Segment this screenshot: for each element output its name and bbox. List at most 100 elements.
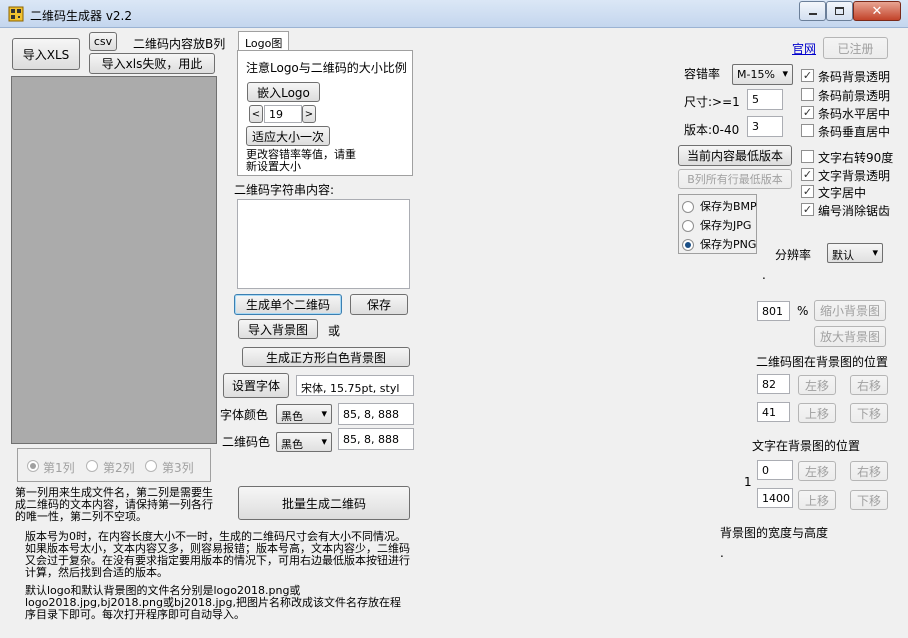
one-label: 1 [744, 475, 752, 489]
save-bmp-radio[interactable] [682, 201, 694, 213]
rotate-label: 文字右转90度 [818, 151, 894, 165]
dot-2: . [720, 546, 724, 560]
antialias-checkbox[interactable]: ✓ [801, 203, 814, 216]
qr-right-button[interactable]: 右移 [850, 375, 888, 395]
csv-button[interactable]: csv [89, 32, 117, 51]
size-label: 尺寸:>=1 [684, 95, 740, 109]
rotate-checkbox[interactable] [801, 150, 814, 163]
text-position-label: 文字在背景图的位置 [752, 439, 861, 453]
qr-x-input[interactable]: 82 [757, 374, 790, 394]
minimize-button[interactable] [799, 1, 826, 21]
content-label: 二维码字符串内容: [234, 183, 335, 197]
or-label: 或 [328, 324, 341, 338]
bg-transparent-checkbox[interactable]: ✓ [801, 69, 814, 82]
window-title: 二维码生成器 v2.2 [30, 9, 133, 23]
maximize-icon [835, 7, 844, 15]
qr-preview-area [11, 76, 217, 444]
version-input[interactable]: 3 [747, 116, 783, 137]
fg-transparent-checkbox[interactable] [801, 88, 814, 101]
column-note: 第一列用来生成文件名，第二列是需要生成二维码的文本内容，请保持第一列各行的唯一性… [15, 486, 213, 523]
logo-size-input[interactable]: 19 [264, 105, 302, 123]
website-link[interactable]: 官网 [792, 40, 816, 57]
version-label: 版本:0-40 [684, 123, 740, 137]
col2-radio[interactable] [86, 460, 98, 472]
text-right-button[interactable]: 右移 [850, 461, 888, 481]
save-jpg-label: 保存为JPG [700, 219, 752, 232]
chevron-right-icon: > [304, 108, 314, 120]
text-up-button[interactable]: 上移 [798, 490, 836, 510]
ec-select[interactable]: M-15% [732, 64, 793, 85]
antialias-label: 编号消除锯齿 [818, 204, 891, 218]
text-x-input[interactable]: 0 [757, 460, 793, 480]
generate-white-bg-button[interactable]: 生成正方形白色背景图 [242, 347, 410, 367]
col1-radio[interactable] [27, 460, 39, 472]
text-color-label: 字体颜色 [220, 408, 269, 422]
save-button[interactable]: 保存 [350, 294, 408, 315]
text-left-button[interactable]: 左移 [798, 461, 836, 481]
b-min-version-button[interactable]: B列所有行最低版本 [678, 169, 792, 189]
bg-size-label: 背景图的宽度与高度 [720, 526, 829, 540]
shrink-bg-button[interactable]: 缩小背景图 [814, 300, 886, 321]
chevron-left-icon: < [251, 108, 261, 120]
qr-up-button[interactable]: 上移 [798, 403, 836, 423]
close-button[interactable]: ✕ [853, 1, 901, 21]
app-icon [8, 6, 24, 22]
text-y-input[interactable]: 1400 [757, 488, 793, 508]
logo-ratio-note: 注意Logo与二维码的大小比例 [246, 61, 407, 75]
qr-color-value[interactable]: 85, 8, 888 [338, 428, 414, 450]
fg-transparent-label: 条码前景透明 [818, 89, 891, 103]
scale-input[interactable]: 801 [757, 301, 790, 321]
text-center-checkbox[interactable]: ✓ [801, 185, 814, 198]
v-center-label: 条码垂直居中 [818, 125, 891, 139]
text-bg-label: 文字背景透明 [818, 169, 891, 183]
ec-label: 容错率 [684, 67, 721, 81]
save-jpg-radio[interactable] [682, 220, 694, 232]
text-down-button[interactable]: 下移 [850, 490, 888, 510]
save-bmp-label: 保存为BMP [700, 200, 757, 213]
default-files-note: 默认logo和默认背景图的文件名分别是logo2018.png或logo2018… [25, 584, 402, 621]
size-input[interactable]: 5 [747, 89, 783, 110]
import-bg-button[interactable]: 导入背景图 [238, 319, 318, 339]
col3-radio[interactable] [145, 460, 157, 472]
bg-transparent-label: 条码背景透明 [818, 70, 891, 84]
col3-label: 第3列 [162, 461, 194, 475]
qr-color-label: 二维码色 [222, 435, 271, 449]
resolution-select[interactable]: 默认 [827, 243, 883, 263]
embed-logo-button[interactable]: 嵌入Logo [247, 82, 320, 102]
save-png-radio[interactable] [682, 239, 694, 251]
qr-color-select[interactable]: 黑色 [276, 432, 332, 452]
content-column-note: 二维码内容放B列 [133, 37, 226, 51]
save-png-label: 保存为PNG [700, 238, 757, 251]
h-center-checkbox[interactable]: ✓ [801, 106, 814, 119]
enlarge-bg-button[interactable]: 放大背景图 [814, 326, 886, 347]
batch-generate-button[interactable]: 批量生成二维码 [238, 486, 410, 520]
content-textarea[interactable] [237, 199, 410, 289]
col1-label: 第1列 [43, 461, 75, 475]
registered-button[interactable]: 已注册 [823, 37, 888, 59]
size-increase-button[interactable]: > [302, 105, 316, 123]
text-center-label: 文字居中 [818, 186, 867, 200]
col2-label: 第2列 [103, 461, 135, 475]
qr-down-button[interactable]: 下移 [850, 403, 888, 423]
min-version-button[interactable]: 当前内容最低版本 [678, 145, 792, 166]
version-note: 版本号为0时，在内容长度大小不一时，生成的二维码尺寸会有大小不同情况。如果版本号… [25, 530, 410, 579]
set-font-button[interactable]: 设置字体 [223, 373, 289, 398]
resolution-label: 分辨率 [775, 248, 812, 262]
title-bar [0, 0, 908, 28]
v-center-checkbox[interactable] [801, 124, 814, 137]
qr-left-button[interactable]: 左移 [798, 375, 836, 395]
fit-size-button[interactable]: 适应大小一次 [246, 126, 330, 146]
text-bg-checkbox[interactable]: ✓ [801, 168, 814, 181]
dot-1: . [762, 268, 766, 282]
size-decrease-button[interactable]: < [249, 105, 263, 123]
font-value-field[interactable]: 宋体, 15.75pt, styl [296, 375, 414, 396]
text-color-select[interactable]: 黑色 [276, 404, 332, 424]
import-xls-button[interactable]: 导入XLS [12, 38, 80, 70]
text-color-value[interactable]: 85, 8, 888 [338, 403, 414, 425]
percent-label: % [797, 304, 809, 318]
close-icon: ✕ [871, 3, 883, 19]
generate-single-button[interactable]: 生成单个二维码 [234, 294, 342, 315]
maximize-button[interactable] [826, 1, 853, 21]
qr-y-input[interactable]: 41 [757, 402, 790, 422]
import-fail-button[interactable]: 导入xls失败，用此 [89, 53, 215, 74]
